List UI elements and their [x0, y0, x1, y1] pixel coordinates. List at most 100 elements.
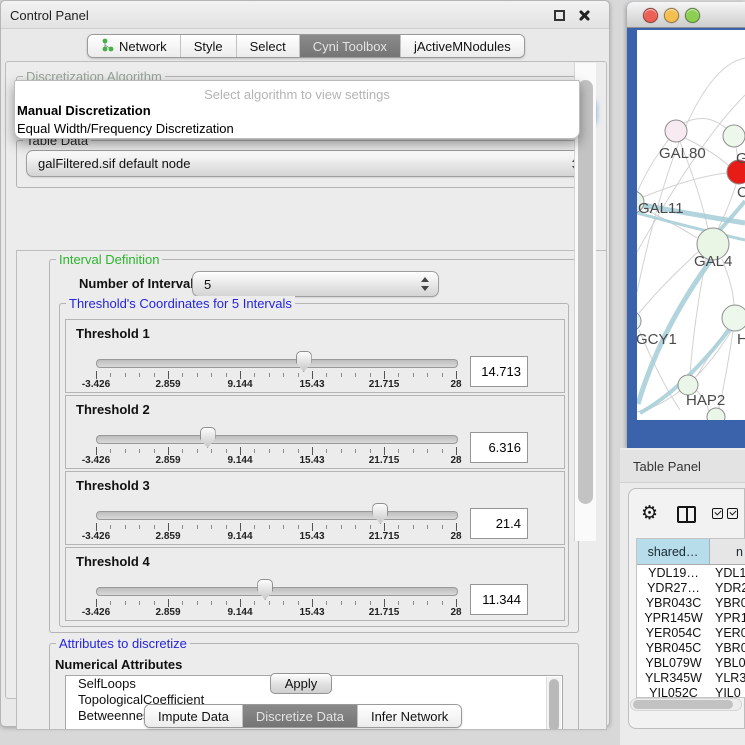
- checkbox-icon[interactable]: [727, 508, 738, 519]
- threshold-value-box[interactable]: 14.713: [470, 356, 528, 387]
- zoom-traffic-light[interactable]: [685, 8, 700, 23]
- tab-cyni-toolbox[interactable]: Cyni Toolbox: [300, 35, 401, 57]
- threshold-value-box[interactable]: 11.344: [470, 584, 528, 615]
- tick-mark: [154, 525, 155, 529]
- settings-viewport: Interval Definition Number of Intervals …: [16, 250, 607, 730]
- tick-mark: [226, 373, 227, 377]
- tick-label: 28: [450, 455, 461, 466]
- tick-mark: [341, 525, 342, 529]
- apply-button[interactable]: Apply: [270, 673, 332, 694]
- table-row[interactable]: YPR145WYPR1: [637, 610, 745, 625]
- minimize-traffic-light[interactable]: [664, 8, 679, 23]
- tick-mark: [413, 601, 414, 605]
- table-panel-titlebar[interactable]: Table Panel: [620, 450, 745, 483]
- table-data-combobox[interactable]: galFiltered.sif default node: [26, 150, 590, 177]
- slider-handle[interactable]: [296, 351, 312, 372]
- svg-text:HAP2: HAP2: [686, 392, 725, 409]
- tick-mark: [110, 373, 111, 377]
- tick-mark: [139, 373, 140, 377]
- tick-mark: [298, 373, 299, 377]
- table-row[interactable]: YLR345WYLR3: [637, 670, 745, 685]
- slider-handle[interactable]: [200, 427, 216, 448]
- slider-handle[interactable]: [257, 579, 273, 600]
- network-window-titlebar[interactable]: [627, 2, 745, 28]
- bottom-tab-discretize-data[interactable]: Discretize Data: [243, 705, 358, 727]
- tick-label: 21.715: [369, 455, 400, 466]
- control-panel-titlebar[interactable]: Control Panel: [1, 1, 609, 29]
- bottom-tab-infer-network[interactable]: Infer Network: [358, 705, 461, 727]
- table-cell: YBR0: [710, 640, 745, 655]
- table-row[interactable]: YBL079WYBL0: [637, 655, 745, 670]
- threshold-value-box[interactable]: 6.316: [470, 432, 528, 463]
- table-row[interactable]: YER054CYER0: [637, 625, 745, 640]
- tick-mark: [427, 373, 428, 377]
- node-table[interactable]: shared…n YDL19…YDL1YDR27…YDR2YBR043CYBR0…: [636, 538, 745, 698]
- table-cell: YLR345W: [637, 670, 710, 685]
- column-header-shared-[interactable]: shared…: [637, 539, 710, 565]
- slider-track[interactable]: [96, 511, 458, 520]
- table-row[interactable]: YDL19…YDL1: [637, 565, 745, 580]
- slider-track[interactable]: [96, 435, 458, 444]
- tick-mark: [139, 601, 140, 605]
- attributes-scrollbar-thumb[interactable]: [549, 679, 559, 730]
- gear-icon[interactable]: ⚙: [641, 502, 658, 524]
- network-canvas[interactable]: GAL80GACGAL11GAL4GCY1HHAP2: [637, 30, 745, 420]
- tick-mark: [370, 373, 371, 377]
- tick-mark: [370, 601, 371, 605]
- tab-style[interactable]: Style: [181, 35, 237, 57]
- bottom-tab-impute-data[interactable]: Impute Data: [145, 705, 243, 727]
- tab-select[interactable]: Select: [237, 35, 300, 57]
- tick-mark: [110, 525, 111, 529]
- table-hscrollbar[interactable]: [630, 698, 742, 711]
- threshold-panel: Threshold 4-3.4262.8599.14415.4321.71528…: [65, 547, 565, 621]
- threshold-label: Threshold 4: [76, 554, 150, 569]
- checkbox-icon[interactable]: [712, 508, 723, 519]
- tick-mark: [326, 373, 327, 377]
- slider-handle[interactable]: [372, 503, 388, 524]
- thresholds-group-label: Threshold's Coordinates for 5 Intervals: [66, 296, 295, 311]
- table-cell: YDL1: [710, 565, 745, 580]
- table-row[interactable]: YDR27…YDR2: [637, 580, 745, 595]
- table-cell: YPR145W: [637, 610, 710, 625]
- tab-network[interactable]: Network: [88, 35, 181, 57]
- table-row[interactable]: YIL052CYIL0: [637, 685, 745, 698]
- float-window-icon[interactable]: [554, 10, 565, 21]
- slider-tick-labels: -3.4262.8599.14415.4321.71528: [96, 379, 456, 391]
- tab-jactivemnodules[interactable]: jActiveMNodules: [401, 35, 524, 57]
- slider-track[interactable]: [96, 359, 458, 368]
- algorithm-option-equal-width-frequency-discretization[interactable]: Equal Width/Frequency Discretization: [17, 121, 234, 136]
- column-header-n[interactable]: n: [710, 539, 745, 565]
- tick-label: -3.426: [82, 379, 110, 390]
- tick-mark: [154, 373, 155, 377]
- tick-mark: [125, 525, 126, 529]
- tick-mark: [355, 525, 356, 529]
- num-intervals-combobox[interactable]: 5: [192, 271, 439, 297]
- table-row[interactable]: YBR043CYBR0: [637, 595, 745, 610]
- tick-label: 15.43: [299, 455, 324, 466]
- tick-label: 21.715: [369, 607, 400, 618]
- attributes-scrollbar[interactable]: [546, 677, 561, 730]
- tick-mark: [398, 601, 399, 605]
- table-row[interactable]: YBR045CYBR0: [637, 640, 745, 655]
- close-icon[interactable]: [578, 9, 591, 22]
- table-hscrollbar-thumb[interactable]: [633, 700, 733, 709]
- tick-mark: [226, 601, 227, 605]
- tick-label: 2.859: [155, 379, 180, 390]
- tick-mark: [341, 449, 342, 453]
- tick-mark: [384, 447, 385, 455]
- tab-label: Impute Data: [158, 709, 229, 724]
- tick-mark: [456, 447, 457, 455]
- close-traffic-light[interactable]: [643, 8, 658, 23]
- tick-mark: [370, 449, 371, 453]
- algorithm-option-manual-discretization[interactable]: Manual Discretization: [17, 103, 151, 118]
- split-columns-icon[interactable]: [677, 506, 696, 523]
- viewport-scrollbar-thumb[interactable]: [578, 80, 593, 504]
- threshold-value-box[interactable]: 21.4: [470, 508, 528, 539]
- table-cell: YDR27…: [637, 580, 710, 595]
- svg-text:GCY1: GCY1: [637, 331, 677, 348]
- tick-label: -3.426: [82, 607, 110, 618]
- tick-mark: [96, 371, 97, 379]
- slider-track[interactable]: [96, 587, 458, 596]
- threshold-label: Threshold 2: [76, 402, 150, 417]
- svg-text:GAL11: GAL11: [638, 200, 684, 217]
